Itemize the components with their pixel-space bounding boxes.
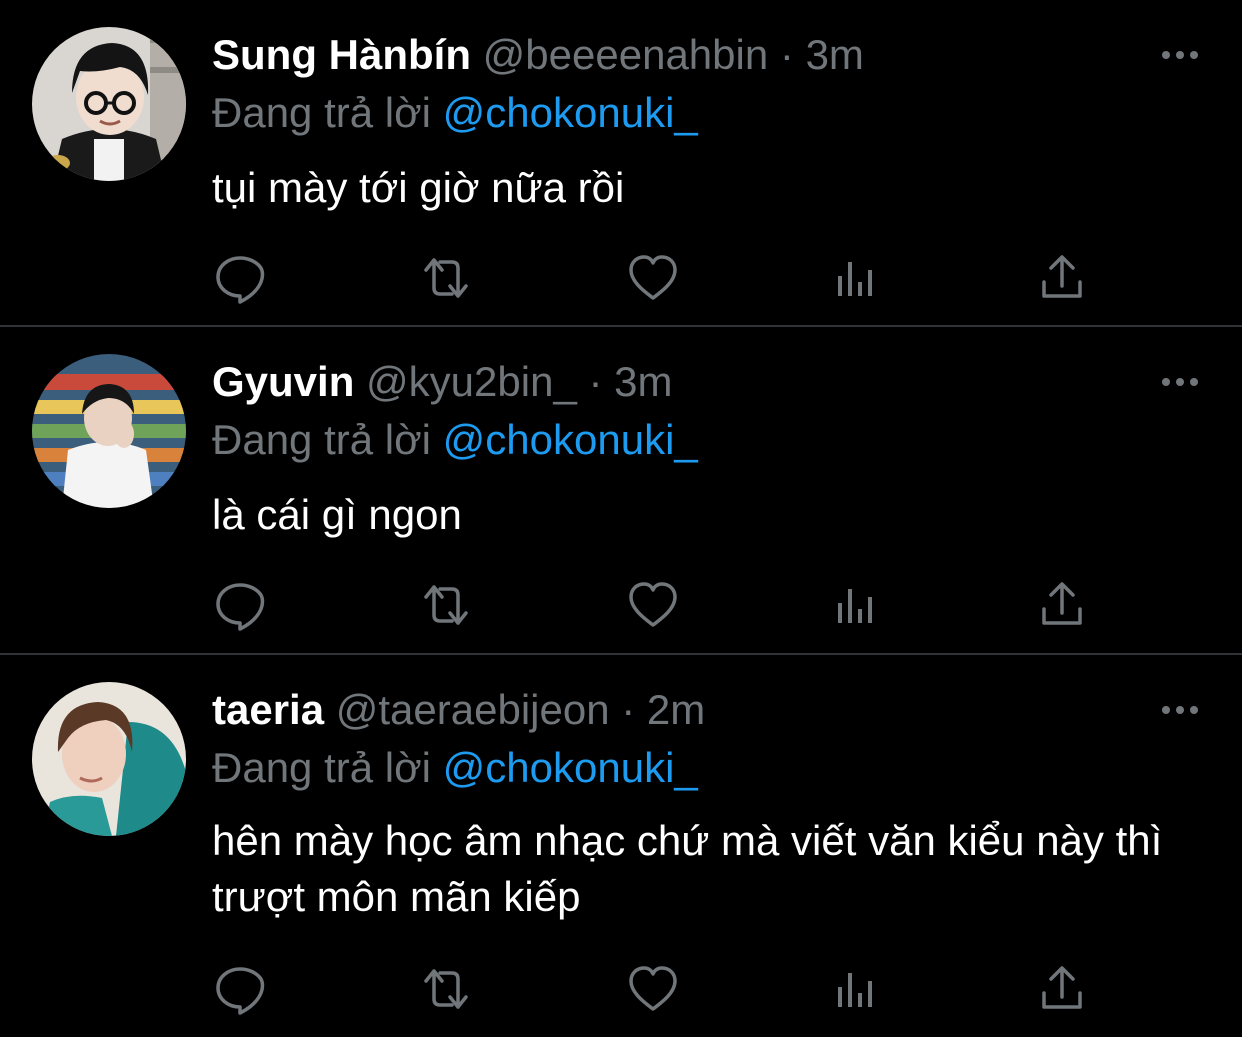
share-icon (1042, 582, 1082, 625)
reply-button[interactable] (212, 961, 268, 1017)
views-button[interactable] (828, 250, 884, 306)
like-button[interactable] (625, 250, 681, 306)
tweet-actions (212, 577, 1092, 633)
reply-icon (216, 256, 265, 304)
tweet[interactable]: Gyuvin @kyu2bin_ · 3m Đang trả lời @chok… (0, 327, 1242, 653)
timestamp[interactable]: 3m (614, 358, 672, 405)
views-button[interactable] (828, 961, 884, 1017)
mention-link[interactable]: @chokonuki_ (443, 416, 698, 463)
like-button[interactable] (625, 577, 681, 633)
like-button[interactable] (625, 961, 681, 1017)
mention-link[interactable]: @chokonuki_ (443, 744, 698, 791)
more-dots-icon[interactable] (1158, 33, 1202, 77)
replying-to-line: Đang trả lời @chokonuki_ (212, 415, 698, 465)
tweet-text: tụi mày tới giờ nữa rồi (212, 164, 625, 211)
avatar[interactable] (32, 682, 186, 836)
tweet-header: Gyuvin @kyu2bin_ · 3m (212, 357, 673, 407)
share-button[interactable] (1034, 961, 1090, 1017)
share-icon (1042, 966, 1082, 1009)
mention-link[interactable]: @chokonuki_ (443, 89, 698, 136)
tweet-header: taeria @taeraebijeon · 2m (212, 685, 705, 735)
replying-to-line: Đang trả lời @chokonuki_ (212, 743, 698, 793)
tweet[interactable]: Sung Hànbín @beeeenahbin · 3m Đang trả l… (0, 0, 1242, 326)
separator-dot: · (779, 31, 794, 78)
more-dots-icon[interactable] (1158, 360, 1202, 404)
tweet-text: hên mày học âm nhạc chứ mà viết văn kiểu… (212, 817, 1163, 920)
tweet[interactable]: taeria @taeraebijeon · 2m Đang trả lời @… (0, 655, 1242, 1037)
separator-dot: · (621, 686, 636, 733)
tweet-actions (212, 250, 1092, 306)
display-name[interactable]: taeria (212, 686, 324, 733)
views-chart-icon (838, 589, 872, 623)
share-button[interactable] (1034, 577, 1090, 633)
like-heart-icon (629, 255, 677, 300)
retweet-icon (424, 258, 468, 298)
retweet-icon (424, 969, 468, 1009)
user-handle[interactable]: @beeeenahbin (483, 31, 769, 78)
views-chart-icon (838, 973, 872, 1007)
display-name[interactable]: Gyuvin (212, 358, 354, 405)
avatar[interactable] (32, 27, 186, 181)
user-handle[interactable]: @kyu2bin_ (366, 358, 577, 405)
retweet-icon (424, 585, 468, 625)
reply-button[interactable] (212, 577, 268, 633)
retweet-button[interactable] (418, 250, 474, 306)
tweet-header: Sung Hànbín @beeeenahbin · 3m (212, 30, 864, 80)
more-dots-icon[interactable] (1158, 688, 1202, 732)
like-heart-icon (629, 966, 677, 1011)
reply-button[interactable] (212, 250, 268, 306)
replying-to-label: Đang trả lời (212, 416, 431, 463)
retweet-button[interactable] (418, 577, 474, 633)
share-icon (1042, 255, 1082, 298)
user-handle[interactable]: @taeraebijeon (336, 686, 610, 733)
timestamp[interactable]: 3m (806, 31, 864, 78)
views-button[interactable] (828, 577, 884, 633)
tweet-timeline: Sung Hànbín @beeeenahbin · 3m Đang trả l… (0, 0, 1242, 1037)
replying-to-label: Đang trả lời (212, 744, 431, 791)
timestamp[interactable]: 2m (647, 686, 705, 733)
like-heart-icon (629, 582, 677, 627)
reply-icon (216, 583, 265, 631)
replying-to-label: Đang trả lời (212, 89, 431, 136)
views-chart-icon (838, 262, 872, 296)
display-name[interactable]: Sung Hànbín (212, 31, 471, 78)
avatar[interactable] (32, 354, 186, 508)
tweet-text: là cái gì ngon (212, 491, 462, 538)
separator-dot: · (588, 358, 603, 405)
retweet-button[interactable] (418, 961, 474, 1017)
share-button[interactable] (1034, 250, 1090, 306)
reply-icon (216, 967, 265, 1015)
replying-to-line: Đang trả lời @chokonuki_ (212, 88, 698, 138)
tweet-actions (212, 961, 1092, 1017)
